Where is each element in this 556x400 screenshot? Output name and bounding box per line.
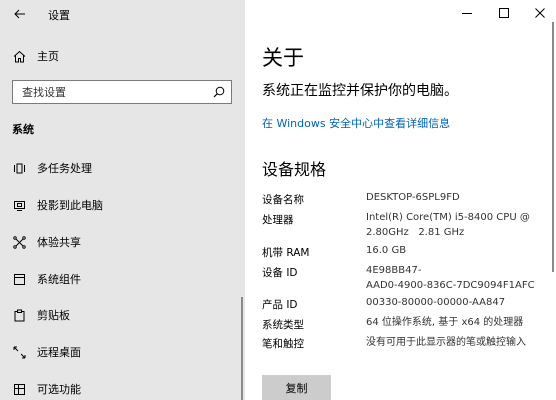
section-title: 系统 — [12, 123, 34, 136]
optional-features-icon — [12, 382, 26, 396]
copy-button[interactable]: 复制 — [262, 375, 331, 400]
sidebar-item-label: 体验共享 — [37, 236, 81, 249]
sidebar-item-system-components[interactable]: 系统组件 — [0, 268, 245, 290]
sidebar-item-label: 剪贴板 — [37, 309, 70, 322]
close-icon — [535, 8, 545, 18]
sidebar-item-label: 投影到此电脑 — [37, 199, 103, 212]
spec-label-product-id: 产品 ID — [262, 299, 298, 311]
maximize-button[interactable] — [494, 3, 514, 23]
page-title: 关于 — [262, 46, 304, 70]
sidebar-item-label: 主页 — [37, 50, 59, 63]
spec-label-device-name: 设备名称 — [262, 194, 304, 206]
minimize-icon — [462, 13, 472, 14]
sidebar-item-home[interactable]: 主页 — [0, 45, 245, 67]
clipboard-icon — [12, 308, 26, 322]
sidebar-item-shared-experiences[interactable]: 体验共享 — [0, 231, 245, 253]
main-content: 关于 系统正在监控并保护你的电脑。 在 Windows 安全中心中查看详细信息 … — [245, 0, 556, 400]
spec-label-system-type: 系统类型 — [262, 319, 304, 331]
search-box[interactable] — [12, 80, 232, 104]
spec-value-device-id: 4E98BB47- AAD0-4900-836C-7DC9094F1AFC — [366, 263, 535, 293]
spec-value-line: 00330-80000-00000-AA847 — [366, 297, 506, 308]
remote-desktop-icon — [12, 345, 26, 359]
spec-value-line: 64 位操作系统, 基于 x64 的处理器 — [366, 317, 524, 328]
sidebar-item-clipboard[interactable]: 剪贴板 — [0, 304, 245, 326]
spec-label-pen-touch: 笔和触控 — [262, 338, 304, 350]
spec-value-line: DESKTOP-6SPL9FD — [366, 192, 460, 203]
security-center-link[interactable]: 在 Windows 安全中心中查看详细信息 — [262, 115, 450, 131]
search-icon[interactable] — [213, 86, 225, 98]
protection-status-text: 系统正在监控并保护你的电脑。 — [262, 83, 458, 99]
sidebar: 设置 主页 系统 多任务处理 投影到此电脑 体验共享 — [0, 0, 245, 400]
system-components-icon — [12, 272, 26, 286]
spec-value-line: 2.80GHz 2.81 GHz — [366, 227, 465, 238]
multitasking-icon — [12, 161, 26, 175]
sidebar-scrollbar[interactable] — [241, 297, 243, 400]
maximize-icon — [499, 8, 509, 18]
sidebar-item-remote-desktop[interactable]: 远程桌面 — [0, 341, 245, 363]
close-button[interactable] — [530, 3, 550, 23]
spec-value-system-type: 64 位操作系统, 基于 x64 的处理器 — [366, 315, 523, 330]
sidebar-item-label: 多任务处理 — [37, 162, 92, 175]
sidebar-item-label: 系统组件 — [37, 273, 81, 286]
spec-value-pen-touch: 没有可用于此显示器的笔或触控输入 — [366, 335, 526, 350]
spec-value-line: 4E98BB47- — [366, 265, 422, 276]
sidebar-item-label: 可选功能 — [37, 383, 81, 396]
spec-value-line: AAD0-4900-836C-7DC9094F1AFC — [366, 280, 535, 291]
main-scrollbar[interactable] — [552, 22, 554, 272]
minimize-button[interactable] — [457, 3, 477, 23]
device-specs-title: 设备规格 — [262, 160, 327, 179]
spec-value-processor: Intel(R) Core(TM) i5-8400 CPU @ 2.80GHz … — [366, 210, 530, 240]
spec-value-device-name: DESKTOP-6SPL9FD — [366, 190, 460, 205]
spec-value-product-id: 00330-80000-00000-AA847 — [366, 295, 505, 310]
sidebar-item-multitasking[interactable]: 多任务处理 — [0, 157, 245, 179]
spec-value-line: 没有可用于此显示器的笔或触控输入 — [366, 337, 526, 348]
title-bar: 设置 — [0, 0, 245, 28]
app-title: 设置 — [48, 9, 70, 22]
sidebar-item-label: 远程桌面 — [37, 346, 81, 359]
search-input[interactable] — [13, 81, 209, 103]
back-button[interactable] — [12, 6, 28, 22]
sidebar-item-projecting[interactable]: 投影到此电脑 — [0, 194, 245, 216]
projecting-icon — [12, 198, 26, 212]
spec-label-device-id: 设备 ID — [262, 267, 298, 279]
sidebar-item-optional-features[interactable]: 可选功能 — [0, 378, 245, 400]
arrow-left-icon — [14, 9, 25, 19]
spec-label-ram: 机带 RAM — [262, 247, 310, 259]
home-icon — [12, 49, 26, 63]
spec-value-ram: 16.0 GB — [366, 243, 406, 258]
spec-label-processor: 处理器 — [262, 214, 294, 226]
shared-experiences-icon — [12, 235, 26, 249]
spec-value-line: 16.0 GB — [366, 245, 407, 256]
spec-value-line: Intel(R) Core(TM) i5-8400 CPU @ — [366, 212, 530, 223]
